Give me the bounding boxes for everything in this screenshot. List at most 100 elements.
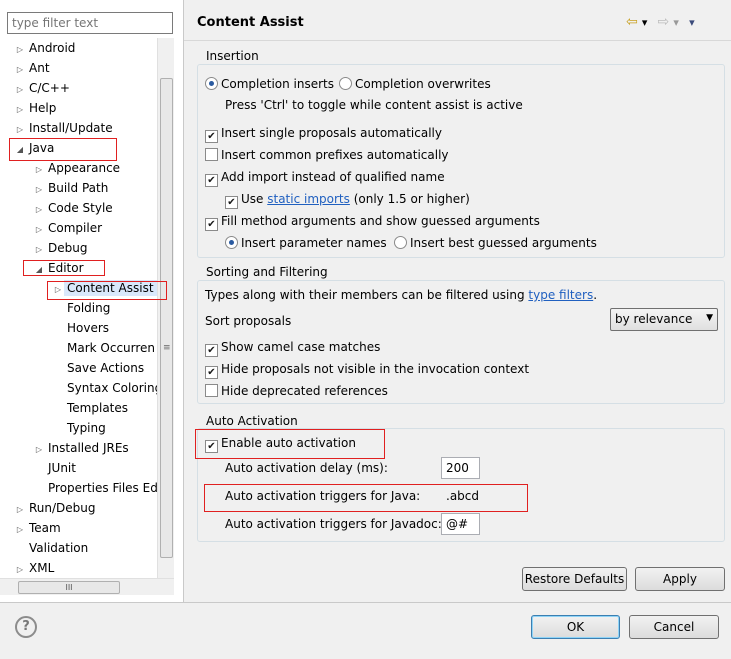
collapsed-arrow-icon[interactable]: ▷ <box>14 520 26 540</box>
collapsed-arrow-icon[interactable]: ▷ <box>14 40 26 60</box>
tree-item-ant[interactable]: ▷ Ant <box>14 58 50 78</box>
fill-method-args-checkbox[interactable]: ✔ Fill method arguments and show guessed … <box>205 214 540 231</box>
insert-param-names-radio[interactable]: Insert parameter names <box>225 236 387 250</box>
tree-item-appearance[interactable]: ▷ Appearance <box>33 158 120 178</box>
tree-item-label: Hovers <box>67 321 110 335</box>
tree-item-label: Folding <box>67 301 111 315</box>
back-arrow-icon[interactable]: ⇦ <box>626 14 638 30</box>
tree-item-xml[interactable]: ▷ XML <box>14 558 54 578</box>
tree-item-code-style[interactable]: ▷ Code Style <box>33 198 113 218</box>
camel-case-checkbox[interactable]: ✔ Show camel case matches <box>205 340 380 357</box>
hide-deprecated-checkbox[interactable]: Hide deprecated references <box>205 384 388 398</box>
collapsed-arrow-icon[interactable]: ▷ <box>33 200 45 220</box>
tree-item-label: Typing <box>67 421 106 435</box>
javadoc-triggers-value: @# <box>446 517 469 531</box>
tree-item-label: Build Path <box>48 181 109 195</box>
collapsed-arrow-icon[interactable]: ▷ <box>14 500 26 520</box>
collapsed-arrow-icon[interactable]: ▷ <box>14 100 26 120</box>
insert-best-guessed-radio[interactable]: Insert best guessed arguments <box>394 236 597 250</box>
tree-item-team[interactable]: ▷ Team <box>14 518 61 538</box>
tree-vertical-scrollbar[interactable]: ≡ <box>157 38 174 578</box>
tree-item-android[interactable]: ▷ Android <box>14 38 75 58</box>
forward-menu-icon[interactable]: ▾ <box>673 16 679 29</box>
type-filters-link[interactable]: type filters <box>528 288 593 302</box>
tree-item-label: Compiler <box>48 221 103 235</box>
sort-proposals-select[interactable]: by relevance ▼ <box>610 308 718 331</box>
back-menu-icon[interactable]: ▾ <box>642 16 648 29</box>
checkmark-icon: ✔ <box>205 130 218 143</box>
completion-inserts-radio[interactable]: Completion inserts <box>205 77 334 91</box>
checkmark-icon: ✔ <box>205 366 218 379</box>
scroll-grip-icon: III <box>65 583 73 592</box>
common-prefixes-label: Insert common prefixes automatically <box>221 148 449 162</box>
collapsed-arrow-icon[interactable]: ▷ <box>33 220 45 240</box>
collapsed-arrow-icon[interactable]: ▷ <box>14 80 26 100</box>
single-proposals-checkbox[interactable]: ✔ Insert single proposals automatically <box>205 126 442 143</box>
collapsed-arrow-icon[interactable]: ▷ <box>33 160 45 180</box>
header-separator <box>184 40 731 41</box>
collapsed-arrow-icon[interactable]: ▷ <box>14 60 26 80</box>
insert-best-guessed-label: Insert best guessed arguments <box>410 236 597 250</box>
tree-item-templates[interactable]: Templates <box>52 398 128 418</box>
tree-item-validation[interactable]: Validation <box>14 538 88 558</box>
static-imports-note: (only 1.5 or higher) <box>353 192 470 206</box>
tree-item-debug[interactable]: ▷ Debug <box>33 238 88 260</box>
ok-button[interactable]: OK <box>531 615 620 639</box>
tree-item-c-c[interactable]: ▷ C/C++ <box>14 78 70 98</box>
tree-item-label: XML <box>29 561 55 575</box>
view-menu-icon[interactable]: ▾ <box>689 16 695 29</box>
radio-selected-icon <box>225 236 238 249</box>
tree-item-label: Run/Debug <box>29 501 96 515</box>
highlight-java <box>9 138 117 161</box>
page-title: Content Assist <box>197 15 304 30</box>
collapsed-arrow-icon[interactable]: ▷ <box>33 180 45 200</box>
delay-value: 200 <box>446 461 469 475</box>
common-prefixes-checkbox[interactable]: Insert common prefixes automatically <box>205 148 449 162</box>
preferences-tree: ▷ Android ▷ Ant ▷ C/C++ ▷ Help ▷ Install/Update ◢ J… <box>0 38 157 578</box>
hide-not-visible-label: Hide proposals not visible in the invoca… <box>221 362 530 376</box>
add-import-checkbox[interactable]: ✔ Add import instead of qualified name <box>205 170 445 187</box>
vertical-scroll-thumb[interactable]: ≡ <box>160 78 173 558</box>
tree-item-run-debug[interactable]: ▷ Run/Debug <box>14 498 96 518</box>
tree-item-compiler[interactable]: ▷ Compiler <box>33 218 102 238</box>
tree-item-mark-occurren[interactable]: Mark Occurren <box>52 338 155 358</box>
collapsed-arrow-icon[interactable]: ▷ <box>14 560 26 578</box>
type-filters-period: . <box>593 288 598 302</box>
fill-method-args-label: Fill method arguments and show guessed a… <box>221 214 540 228</box>
javadoc-triggers-input[interactable]: @# <box>441 513 480 535</box>
use-static-imports-checkbox[interactable]: ✔ Use static imports (only 1.5 or higher) <box>225 192 470 209</box>
delay-input[interactable]: 200 <box>441 457 480 479</box>
completion-overwrites-label: Completion overwrites <box>355 77 491 91</box>
highlight-java-triggers <box>204 484 528 512</box>
tree-item-save-actions[interactable]: Save Actions <box>52 358 144 378</box>
collapsed-arrow-icon[interactable]: ▷ <box>14 120 26 140</box>
help-button[interactable]: ? <box>15 616 37 638</box>
tree-item-hovers[interactable]: Hovers <box>52 318 109 338</box>
filter-input[interactable] <box>7 12 173 34</box>
cancel-button[interactable]: Cancel <box>629 615 719 639</box>
tree-item-syntax-coloring[interactable]: Syntax Coloring <box>52 378 157 398</box>
tree-item-folding[interactable]: Folding <box>52 298 110 318</box>
collapsed-arrow-icon[interactable]: ▷ <box>33 440 45 460</box>
insert-param-names-label: Insert parameter names <box>241 236 387 250</box>
horizontal-scroll-thumb[interactable]: III <box>18 581 120 594</box>
apply-button[interactable]: Apply <box>635 567 725 591</box>
tree-item-junit[interactable]: JUnit <box>33 458 76 478</box>
restore-defaults-button[interactable]: Restore Defaults <box>522 567 627 591</box>
tree-item-installed-jres[interactable]: ▷ Installed JREs <box>33 438 129 458</box>
tree-item-label: Install/Update <box>29 121 113 135</box>
hide-deprecated-label: Hide deprecated references <box>221 384 388 398</box>
hide-not-visible-checkbox[interactable]: ✔ Hide proposals not visible in the invoc… <box>205 362 529 379</box>
tree-item-help[interactable]: ▷ Help <box>14 98 56 118</box>
tree-item-build-path[interactable]: ▷ Build Path <box>33 178 108 198</box>
static-imports-link[interactable]: static imports <box>267 192 350 206</box>
forward-arrow-icon[interactable]: ⇨ <box>658 14 670 30</box>
collapsed-arrow-icon[interactable]: ▷ <box>33 240 45 260</box>
tree-horizontal-scrollbar[interactable]: III <box>0 578 174 595</box>
tree-item-install-update[interactable]: ▷ Install/Update <box>14 118 113 138</box>
tree-item-typing[interactable]: Typing <box>52 418 106 438</box>
delay-label: Auto activation delay (ms): <box>225 461 388 475</box>
tree-item-label: Save Actions <box>67 361 145 375</box>
tree-item-properties-files-ed[interactable]: Properties Files Ed <box>33 478 157 498</box>
completion-overwrites-radio[interactable]: Completion overwrites <box>339 77 491 91</box>
